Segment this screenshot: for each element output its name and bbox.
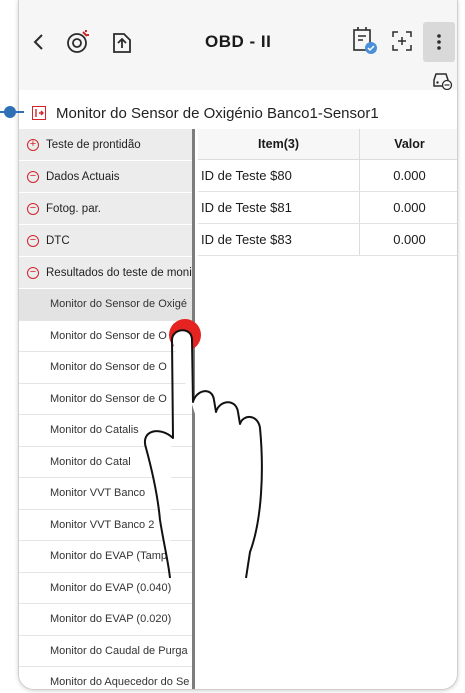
report-icon[interactable] bbox=[349, 25, 379, 57]
diagnosis-icon[interactable] bbox=[63, 27, 93, 57]
sidebar-item[interactable]: Monitor VVT Banco 2 bbox=[19, 509, 192, 541]
sidebar-category-freeze-frame[interactable]: − Fotog. par. bbox=[19, 193, 192, 225]
callout-dot bbox=[4, 106, 16, 118]
vehicle-settings-icon[interactable] bbox=[431, 70, 453, 90]
sidebar-item[interactable]: Monitor do Catal bbox=[19, 446, 192, 478]
sidebar-item[interactable]: Monitor do Sensor de O bbox=[19, 383, 192, 415]
sidebar-item[interactable]: Monitor do EVAP (Tamp bbox=[19, 541, 192, 573]
column-header-item: Item(3) bbox=[198, 129, 360, 159]
sidebar-item[interactable]: Monitor VVT Banco bbox=[19, 478, 192, 510]
back-arrow-icon[interactable] bbox=[27, 30, 51, 54]
sidebar: + Teste de prontidão − Dados Actuais − F… bbox=[19, 129, 195, 689]
sidebar-item[interactable]: Monitor do Caudal de Purga bbox=[19, 635, 192, 667]
row-value: 0.000 bbox=[393, 168, 426, 183]
category-label: Resultados do teste de moni bbox=[46, 266, 192, 279]
plus-circle-icon: + bbox=[27, 138, 39, 151]
sidebar-category-test-results[interactable]: − Resultados do teste de moni bbox=[19, 257, 192, 289]
row-item: ID de Teste $81 bbox=[198, 192, 360, 223]
category-label: DTC bbox=[46, 234, 70, 247]
minus-circle-icon: − bbox=[27, 266, 39, 279]
sidebar-item[interactable]: Monitor do Aquecedor do Se bbox=[19, 667, 192, 689]
row-item: ID de Teste $83 bbox=[198, 224, 360, 255]
top-bar: OBD - II bbox=[19, 0, 457, 90]
sidebar-item[interactable]: Monitor do EVAP (0.040) bbox=[19, 572, 192, 604]
table-header: Item(3) Valor bbox=[198, 129, 457, 160]
more-vertical-icon[interactable] bbox=[423, 22, 455, 62]
minus-circle-icon: − bbox=[27, 170, 39, 183]
row-value: 0.000 bbox=[393, 200, 426, 215]
row-value: 0.000 bbox=[393, 232, 426, 247]
sidebar-item[interactable]: Monitor do EVAP (0.020) bbox=[19, 604, 192, 636]
table-row[interactable]: ID de Teste $83 0.000 bbox=[198, 224, 457, 256]
minus-circle-icon: − bbox=[27, 202, 39, 215]
section-header: Monitor do Sensor de Oxigénio Banco1-Sen… bbox=[19, 98, 457, 128]
sidebar-item[interactable]: Monitor do Sensor de O bbox=[19, 320, 192, 352]
table-row[interactable]: ID de Teste $81 0.000 bbox=[198, 192, 457, 224]
sidebar-item[interactable]: Monitor do Sensor de Oxigé bbox=[19, 289, 192, 321]
section-title: Monitor do Sensor de Oxigénio Banco1-Sen… bbox=[56, 104, 379, 122]
minus-circle-icon: − bbox=[27, 234, 39, 247]
expand-icon[interactable] bbox=[389, 28, 415, 54]
collapse-section-icon[interactable] bbox=[32, 106, 46, 120]
sidebar-category-readiness[interactable]: + Teste de prontidão bbox=[19, 129, 192, 161]
column-header-value: Valor bbox=[394, 137, 425, 151]
category-label: Fotog. par. bbox=[46, 202, 101, 215]
sidebar-item[interactable]: Monitor do Sensor de O bbox=[19, 352, 192, 384]
sidebar-item[interactable]: Monitor do Catalis bbox=[19, 415, 192, 447]
device-frame: OBD - II Monitor do Sensor de Oxigénio B… bbox=[18, 0, 458, 690]
sidebar-category-dtc[interactable]: − DTC bbox=[19, 225, 192, 257]
category-label: Teste de prontidão bbox=[46, 138, 141, 151]
category-label: Dados Actuais bbox=[46, 170, 120, 183]
row-item: ID de Teste $80 bbox=[198, 160, 360, 191]
page-title: OBD - II bbox=[205, 32, 272, 51]
upload-icon[interactable] bbox=[109, 27, 137, 57]
results-table: Item(3) Valor ID de Teste $80 0.000 ID d… bbox=[198, 129, 457, 256]
table-row[interactable]: ID de Teste $80 0.000 bbox=[198, 160, 457, 192]
sidebar-category-current-data[interactable]: − Dados Actuais bbox=[19, 161, 192, 193]
